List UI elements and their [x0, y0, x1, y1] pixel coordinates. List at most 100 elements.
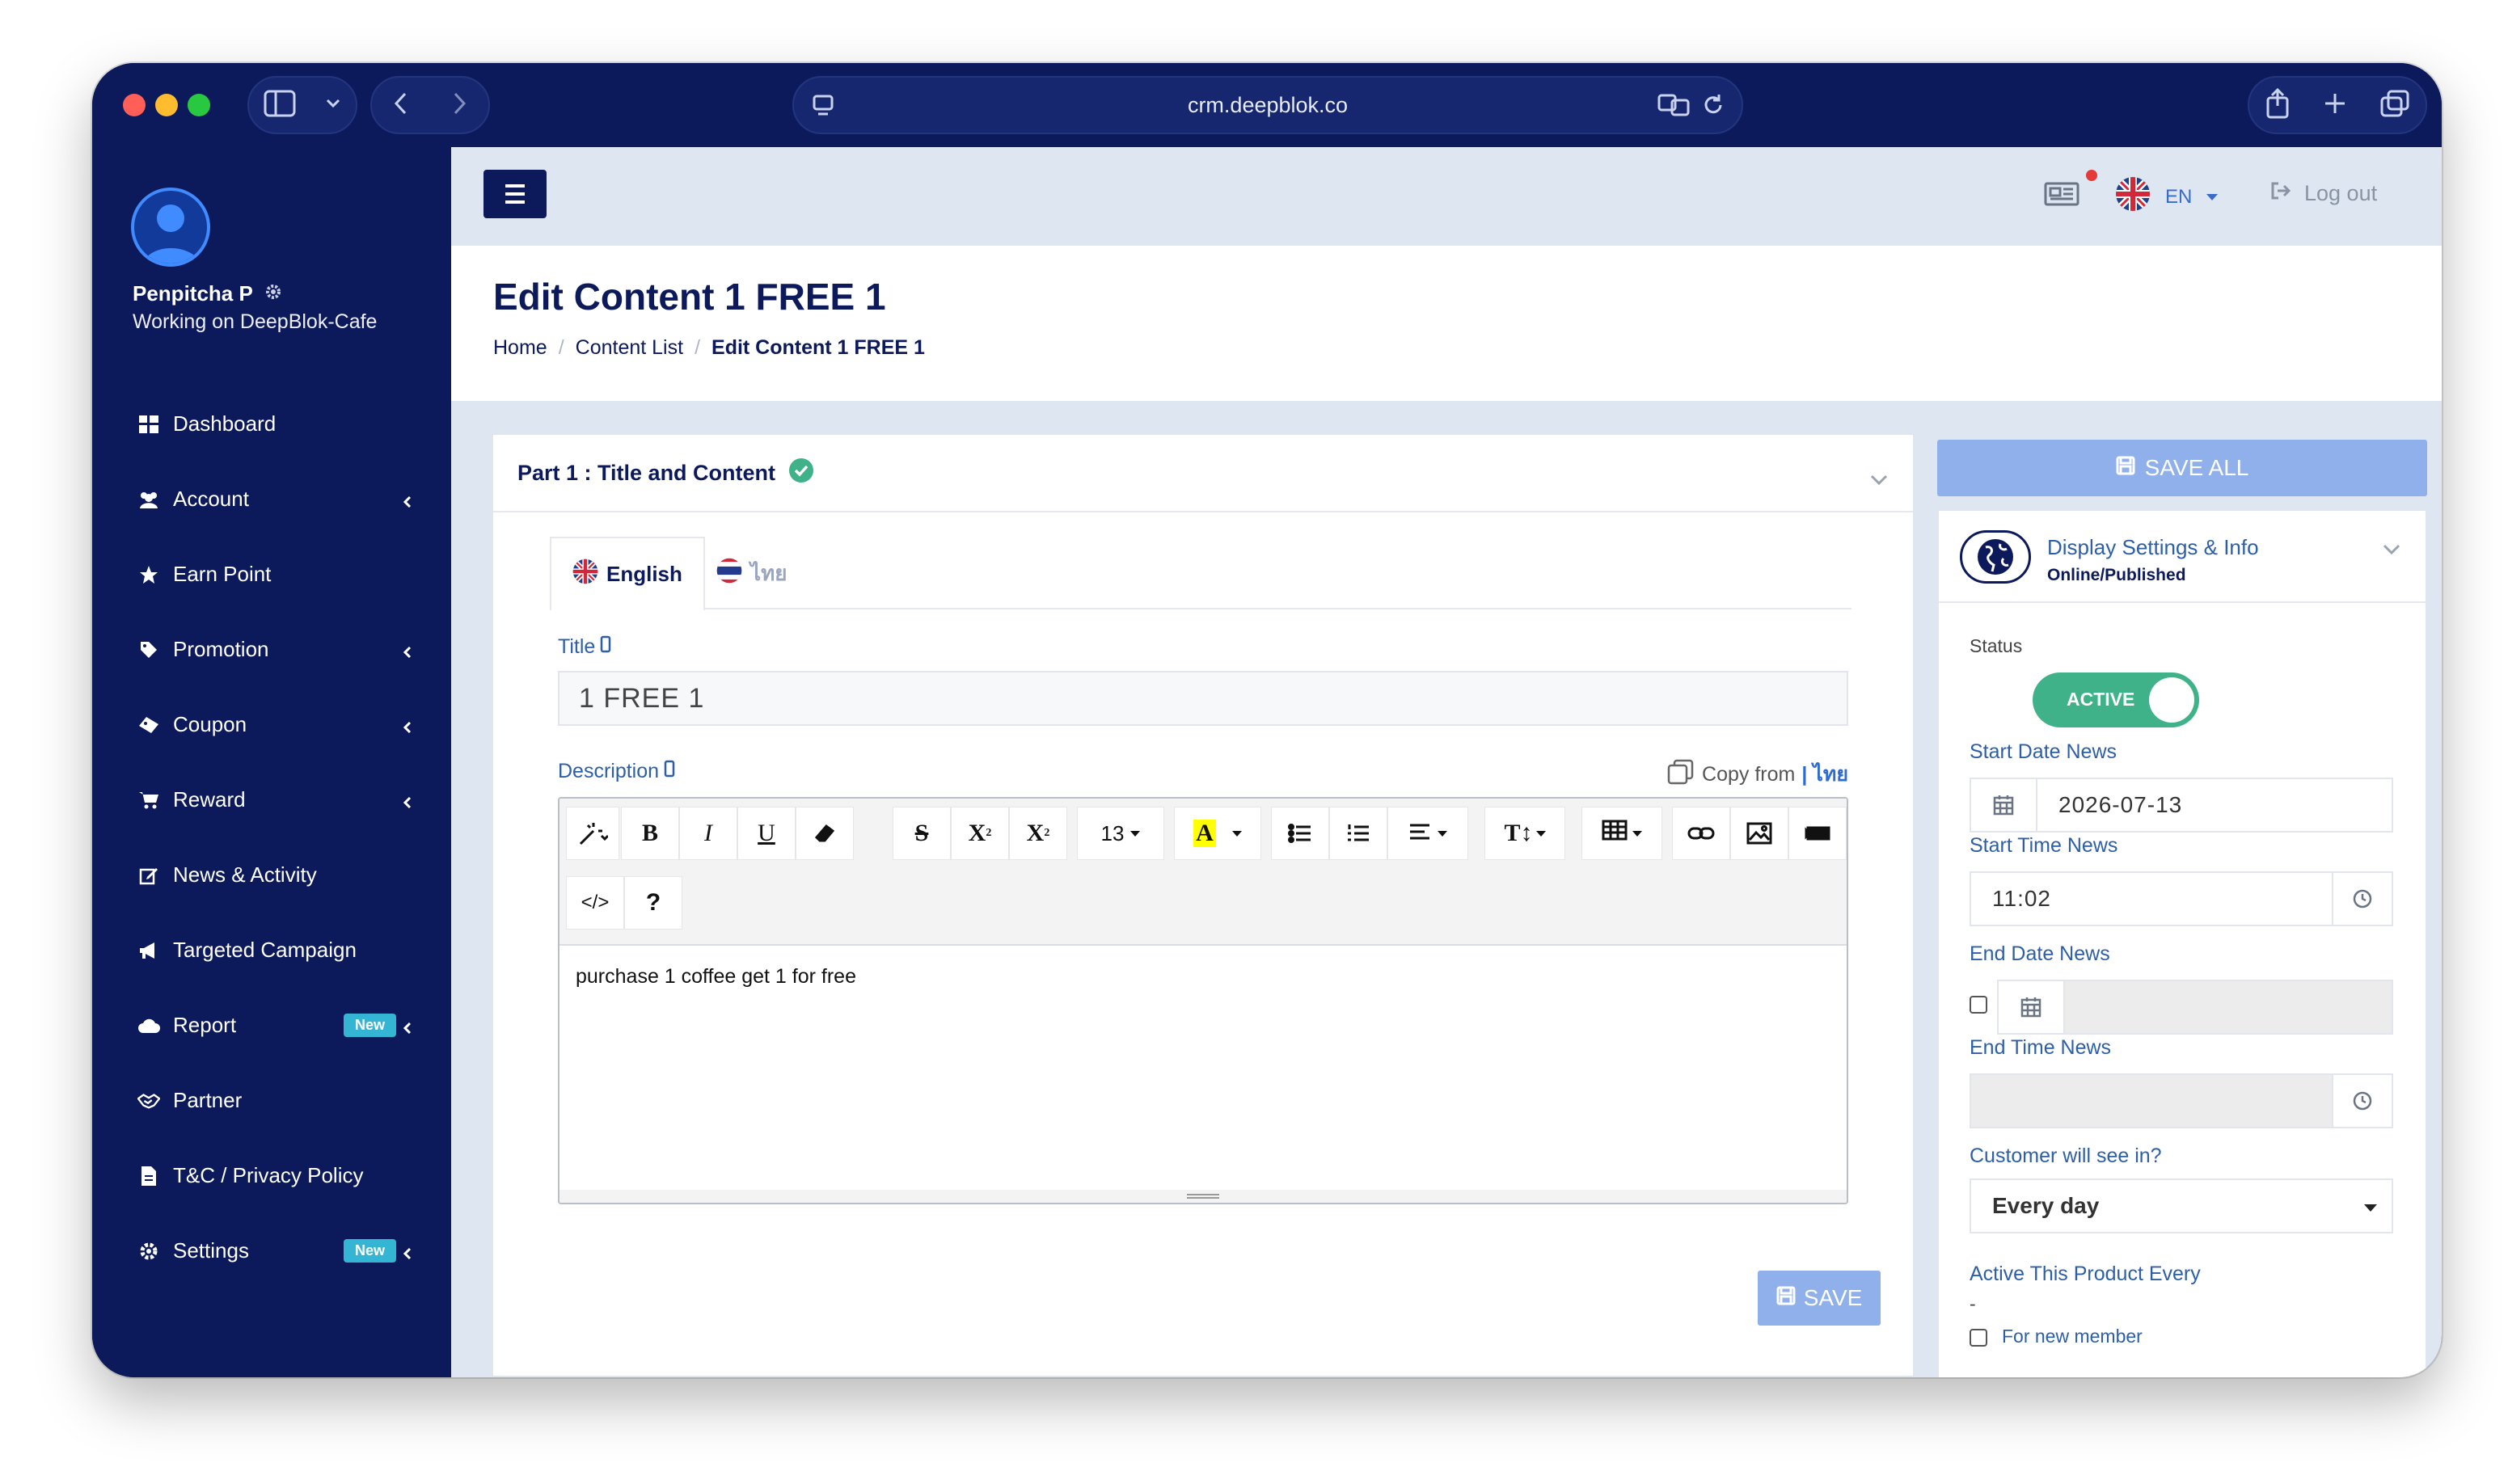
dashboard-icon [137, 413, 160, 436]
chevron-down-icon[interactable] [2382, 543, 2401, 560]
menu-toggle-button[interactable] [483, 170, 547, 218]
start-date-value[interactable]: 2026-07-13 [2037, 779, 2392, 831]
end-date-value[interactable] [2065, 981, 2392, 1033]
close-window-button[interactable] [123, 94, 146, 116]
ordered-list-icon[interactable] [1329, 807, 1387, 860]
line-height-select[interactable]: T↕ [1484, 807, 1565, 860]
sidebar-item-report[interactable]: Report New [92, 988, 451, 1063]
eraser-icon[interactable] [796, 807, 854, 860]
edit-icon [137, 864, 160, 887]
uk-flag-icon [572, 559, 598, 590]
breadcrumb: Home / Content List / Edit Content 1 FRE… [493, 336, 925, 360]
save-button[interactable]: SAVE [1758, 1271, 1881, 1326]
sidebar-item-earn-point[interactable]: Earn Point [92, 537, 451, 612]
save-all-button[interactable]: SAVE ALL [1937, 440, 2427, 496]
table-insert-select[interactable] [1581, 807, 1662, 860]
code-view-button[interactable]: </> [566, 876, 624, 930]
tab-overview-icon[interactable] [2380, 90, 2409, 121]
magic-wand-icon[interactable] [566, 807, 619, 860]
editor-resize-handle[interactable] [559, 1190, 1847, 1203]
display-settings-header[interactable]: Display Settings & Info Online/Published [1939, 511, 2426, 603]
new-member-label[interactable]: For new member [2002, 1326, 2143, 1347]
sidebar-item-news-activity[interactable]: News & Activity [92, 837, 451, 913]
subscript-button[interactable]: X2 [1009, 807, 1067, 860]
chevron-down-icon[interactable] [1869, 467, 1889, 492]
text-color-button[interactable]: A [1174, 807, 1261, 860]
font-size-select[interactable]: 13 [1077, 807, 1164, 860]
underline-button[interactable]: U [737, 807, 796, 860]
end-date-field[interactable] [1997, 980, 2393, 1035]
chevron-down-icon[interactable] [325, 98, 341, 113]
editor-content[interactable]: purchase 1 coffee get 1 for free [576, 965, 856, 989]
italic-button[interactable]: I [679, 807, 737, 860]
newspaper-icon[interactable] [2044, 181, 2079, 211]
sidebar-item-tc-privacy[interactable]: T&C / Privacy Policy [92, 1138, 451, 1213]
gear-icon[interactable] [264, 281, 282, 306]
start-time-field[interactable]: 11:02 [1970, 871, 2393, 926]
share-icon[interactable] [2265, 87, 2290, 123]
reload-icon[interactable] [1701, 92, 1725, 124]
tab-thai[interactable]: ไทย [695, 537, 808, 609]
new-tab-icon[interactable] [2323, 91, 2347, 120]
start-time-value[interactable]: 11:02 [1971, 873, 2332, 925]
status-toggle[interactable]: ACTIVE [2033, 672, 2199, 727]
customer-see-select[interactable]: Every day [1970, 1178, 2393, 1233]
address-bar[interactable]: crm.deepblok.co [792, 76, 1743, 134]
superscript-button[interactable]: X2 [951, 807, 1009, 860]
new-member-checkbox[interactable] [1970, 1329, 1987, 1347]
sidebar-item-reward[interactable]: Reward [92, 762, 451, 837]
image-icon[interactable] [1730, 807, 1788, 860]
user-avatar[interactable] [131, 188, 210, 267]
minimize-window-button[interactable] [155, 94, 178, 116]
unordered-list-icon[interactable] [1271, 807, 1329, 860]
site-settings-icon[interactable] [812, 94, 834, 124]
sidebar-item-settings[interactable]: Settings New [92, 1213, 451, 1288]
start-date-field[interactable]: 2026-07-13 [1970, 778, 2393, 833]
sidebar-item-targeted-campaign[interactable]: Targeted Campaign [92, 913, 451, 988]
end-time-field[interactable] [1970, 1073, 2393, 1128]
language-selector[interactable]: EN [2115, 176, 2219, 217]
bold-button[interactable]: B [621, 807, 679, 860]
sidebar-item-dashboard[interactable]: Dashboard [92, 386, 451, 462]
breadcrumb-content-list[interactable]: Content List [576, 336, 683, 360]
page-header: Edit Content 1 FREE 1 Home / Content Lis… [451, 246, 2442, 401]
sidebar-item-account[interactable]: Account [92, 462, 451, 537]
sidebar-item-label: Targeted Campaign [173, 938, 357, 962]
font-size-value: 13 [1100, 820, 1125, 845]
status-label: Status [1970, 635, 2023, 656]
strikethrough-button[interactable]: S [893, 807, 951, 860]
start-date-label: Start Date News [1970, 740, 2117, 763]
paragraph-align-select[interactable] [1387, 807, 1468, 860]
end-date-checkbox[interactable] [1970, 996, 1987, 1014]
copy-from-link[interactable]: Copy from | ไทย [1666, 758, 1848, 790]
sidebar-layout-icon[interactable] [264, 90, 296, 121]
sidebar-toggle-group[interactable] [247, 76, 357, 134]
part1-header[interactable]: Part 1 : Title and Content [493, 435, 1913, 512]
sidebar-item-promotion[interactable]: Promotion [92, 612, 451, 687]
sidebar-item-label: Account [173, 487, 249, 511]
zoom-window-button[interactable] [188, 94, 210, 116]
sidebar-item-partner[interactable]: Partner [92, 1063, 451, 1138]
clock-icon[interactable] [2332, 873, 2392, 925]
sidebar-item-coupon[interactable]: Coupon [92, 687, 451, 762]
calendar-icon[interactable] [1999, 981, 2065, 1033]
calendar-icon[interactable] [1971, 779, 2037, 831]
chevron-left-icon [399, 716, 416, 734]
sidebar: Penpitcha P Working on DeepBlok-Cafe Das… [92, 147, 451, 1377]
clock-icon[interactable] [2332, 1075, 2392, 1127]
title-input[interactable]: 1 FREE 1 [558, 671, 1848, 726]
help-button[interactable]: ? [624, 876, 682, 930]
translate-icon[interactable] [1657, 92, 1690, 124]
copy-from-thai[interactable]: | ไทย [1801, 758, 1848, 790]
video-icon[interactable] [1788, 807, 1847, 860]
url-text[interactable]: crm.deepblok.co [1188, 93, 1348, 118]
main-content: EN Log out Edit Content 1 FREE 1 Home / … [451, 147, 2442, 1377]
back-arrow-icon[interactable] [393, 91, 409, 120]
tab-english[interactable]: English [550, 537, 705, 611]
sidebar-menu: Dashboard Account Earn Point Promotion C… [92, 386, 451, 1288]
breadcrumb-home[interactable]: Home [493, 336, 547, 360]
end-time-value[interactable] [1971, 1075, 2332, 1127]
logout-button[interactable]: Log out [2270, 181, 2377, 206]
link-icon[interactable] [1672, 807, 1730, 860]
forward-arrow-icon[interactable] [451, 91, 467, 120]
